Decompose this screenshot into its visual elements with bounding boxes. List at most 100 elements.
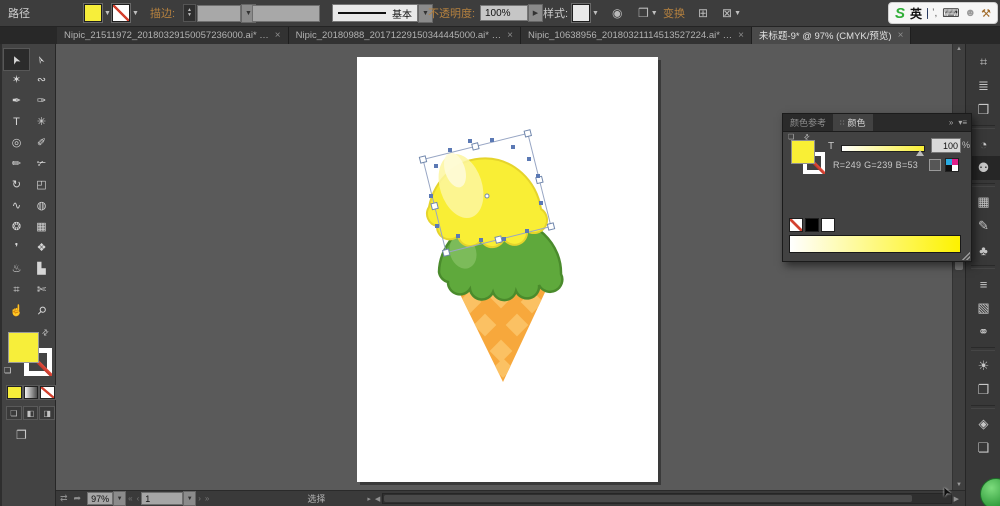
ime-account-icon[interactable]: ☻	[965, 7, 977, 19]
ime-toolbox-icon[interactable]: ⚒	[981, 7, 991, 20]
sogou-logo-icon[interactable]: S	[895, 5, 905, 22]
close-icon[interactable]: ×	[507, 30, 513, 41]
none-swatch[interactable]	[789, 218, 803, 232]
selection-tool[interactable]: ➤	[3, 48, 30, 71]
panel-menu-icon[interactable]: ▾≡	[958, 118, 967, 127]
hand-tool[interactable]: ☝	[4, 301, 29, 322]
scroll-left-icon[interactable]: ◀	[373, 495, 382, 503]
gradient-mode-button[interactable]	[23, 386, 39, 399]
direct-selection-tool[interactable]: ➢	[29, 49, 54, 70]
fill-color-dropdown[interactable]: ▼	[84, 0, 111, 26]
magic-wand-tool[interactable]: ✶	[4, 70, 29, 91]
color-mode-button[interactable]	[7, 386, 22, 399]
selection-center-point[interactable]	[484, 193, 490, 199]
document-setup-button[interactable]: ❒ ▼	[638, 0, 658, 26]
stroke-color-dropdown[interactable]: ▼	[112, 0, 139, 26]
scroll-up-icon[interactable]: ▲	[956, 44, 962, 54]
pencil-tool[interactable]: ✏	[4, 154, 29, 175]
appearance-panel-icon[interactable]: ☀	[966, 354, 1000, 378]
knife-tool[interactable]: ✃	[29, 154, 54, 175]
transform-panel-icon[interactable]: ⌗	[966, 50, 1000, 74]
brush-definition-dropdown[interactable]: 基本 ▼	[332, 0, 433, 26]
stroke-none-swatch[interactable]	[112, 4, 130, 22]
blend-tool[interactable]: ❖	[29, 238, 54, 259]
transparency-panel-icon[interactable]: ⚭	[966, 320, 1000, 344]
panel-resize-grip[interactable]	[962, 252, 970, 260]
line-segment-tool[interactable]: ✳	[29, 112, 54, 133]
type-tool[interactable]: T	[4, 112, 29, 133]
black-swatch[interactable]	[805, 218, 819, 232]
mesh-tool[interactable]: ❂	[4, 217, 29, 238]
symbol-sprayer-tool[interactable]: ♨	[4, 259, 29, 280]
zoom-level-field[interactable]: 97%	[87, 492, 114, 505]
transform-link-label[interactable]: 变换	[663, 5, 685, 21]
tab-color[interactable]: ∷ 颜色	[833, 114, 873, 131]
screen-mode-button[interactable]: ❐	[16, 428, 55, 442]
stroke-link-label[interactable]: 描边:	[150, 5, 175, 21]
panel-fill-swatch[interactable]	[791, 140, 815, 164]
stroke-weight-dropdown[interactable]: ▼	[197, 0, 256, 26]
free-transform-tool[interactable]: ◰	[29, 175, 54, 196]
artboards-panel-icon[interactable]: ❏	[966, 436, 1000, 460]
rotate-tool[interactable]: ↻	[4, 175, 29, 196]
shape-builder-tool[interactable]: ◍	[29, 196, 54, 217]
arrange-button[interactable]: ⊠ ▼	[722, 0, 741, 26]
input-method-bar[interactable]: S 英 ʼ, ⌨ ☻ ⚒	[888, 2, 998, 24]
color-spectrum-ramp[interactable]	[789, 235, 961, 253]
scroll-right-icon[interactable]: ▶	[952, 495, 961, 503]
first-artboard-button[interactable]: «	[128, 494, 132, 503]
tab-color-guide[interactable]: 颜色参考	[783, 114, 833, 131]
document-tab[interactable]: Nipic_21511972_20180329150057236000.ai* …	[57, 26, 289, 44]
document-tab[interactable]: Nipic_10638956_20180321114513527224.ai* …	[520, 26, 752, 44]
zoom-tool[interactable]: ⚲	[29, 301, 54, 322]
document-tab[interactable]: Nipic_20180988_20171229150344445000.ai* …	[288, 26, 521, 44]
graphic-styles-panel-icon[interactable]: ❐	[966, 378, 1000, 402]
graph-tool[interactable]: ▙	[29, 259, 54, 280]
vertical-scrollbar[interactable]: ▲ ▼	[952, 44, 965, 490]
canvas-area[interactable]	[56, 44, 952, 490]
horizontal-scroll-thumb[interactable]	[384, 495, 912, 502]
tint-value-field[interactable]: 100	[931, 138, 961, 153]
perspective-grid-tool[interactable]: ▦	[29, 217, 54, 238]
opacity-link-label[interactable]: 不透明度:	[428, 5, 475, 21]
tint-slider[interactable]	[841, 145, 925, 152]
out-of-web-color-icon[interactable]	[945, 158, 959, 172]
width-tool[interactable]: ∿	[4, 196, 29, 217]
lasso-tool[interactable]: ∾	[29, 70, 54, 91]
last-artboard-button[interactable]: »	[205, 494, 209, 503]
collapse-panel-icon[interactable]: »	[949, 118, 953, 127]
pen-tool[interactable]: ✒	[4, 91, 29, 112]
next-artboard-button[interactable]: ›	[198, 494, 201, 503]
style-dropdown[interactable]: ▼	[572, 0, 599, 26]
swap-fill-stroke-icon[interactable]: ⇄	[40, 327, 51, 338]
ime-keyboard-icon[interactable]: ⌨	[942, 6, 959, 20]
layers-panel-icon[interactable]: ◈	[966, 412, 1000, 436]
history-icon[interactable]: ⇄	[60, 493, 68, 504]
tint-slider-thumb[interactable]	[916, 150, 924, 156]
width-profile-dropdown[interactable]: ▼	[252, 0, 320, 26]
eyedropper-tool[interactable]: ❜	[4, 238, 29, 259]
none-mode-button[interactable]	[40, 386, 56, 399]
artboard-dropdown-icon[interactable]: ▼	[183, 491, 197, 506]
close-icon[interactable]: ×	[275, 30, 281, 41]
align-panel-icon[interactable]: ≣	[966, 74, 1000, 98]
shape-tool[interactable]: ◎	[4, 133, 29, 154]
document-tab[interactable]: 未标题-9* @ 97% (CMYK/预览) ×	[751, 26, 912, 44]
white-swatch[interactable]	[821, 218, 835, 232]
scroll-down-icon[interactable]: ▼	[956, 480, 962, 490]
curvature-tool[interactable]: ✑	[29, 91, 54, 112]
ime-punctuation-icon[interactable]: ʼ,	[932, 8, 937, 19]
export-icon[interactable]: ➦	[74, 493, 82, 504]
style-swatch[interactable]	[572, 4, 590, 22]
horizontal-scrollbar[interactable]: ▸ ◀ ▶	[365, 493, 961, 504]
recolor-artwork-icon[interactable]: ◉	[612, 6, 622, 20]
slice-tool[interactable]: ✄	[29, 280, 54, 301]
fill-color-swatch[interactable]	[84, 4, 102, 22]
zoom-dropdown-icon[interactable]: ▼	[113, 491, 127, 506]
draw-behind-button[interactable]: ◧	[22, 406, 39, 420]
stroke-weight-stepper[interactable]: ▲ ▼	[183, 4, 196, 22]
draw-inside-button[interactable]: ◨	[39, 406, 56, 420]
align-icon[interactable]: ⊞	[698, 6, 708, 20]
artboard-tool[interactable]: ⌗	[4, 280, 29, 301]
paintbrush-tool[interactable]: ✐	[29, 133, 54, 154]
